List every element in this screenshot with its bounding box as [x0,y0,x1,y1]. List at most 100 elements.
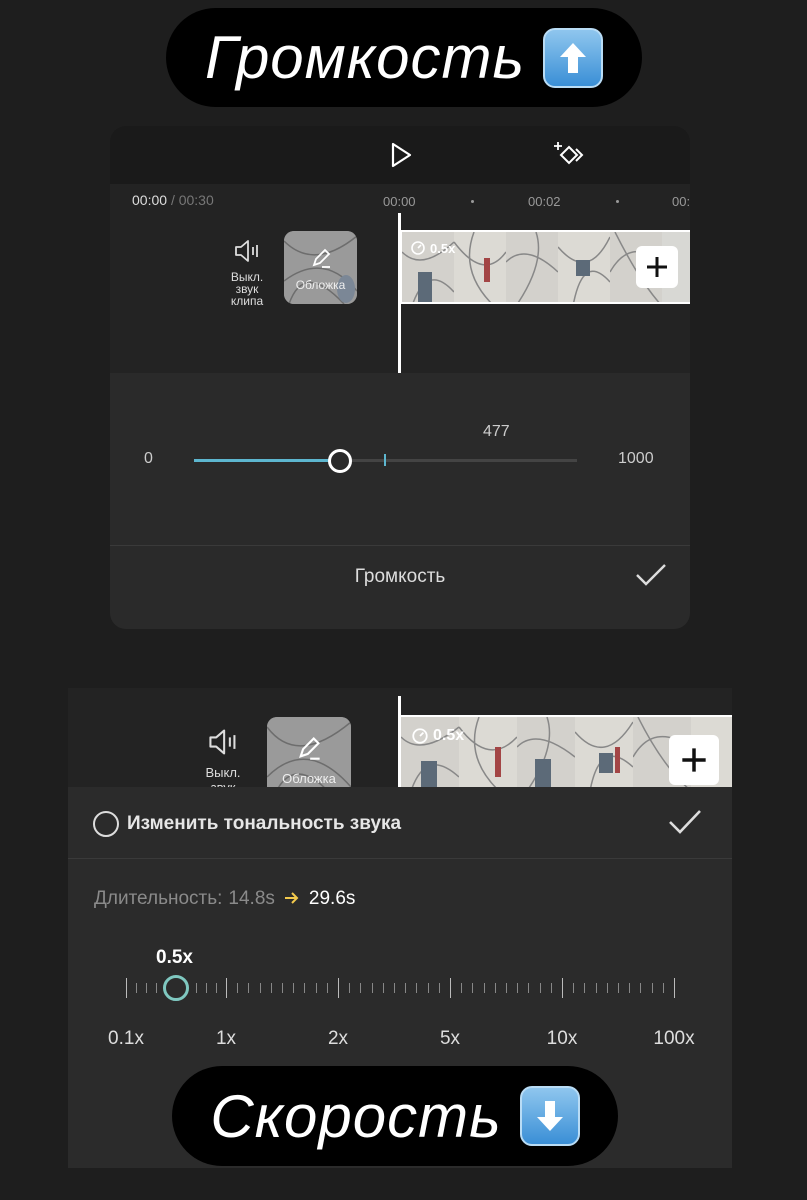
pencil-icon [296,735,322,766]
speed-scale-minor-tick [282,983,283,993]
speed-scale-minor-tick [216,983,217,993]
speed-scale-label: 5x [439,1028,461,1049]
volume-slider-knob[interactable] [328,449,353,473]
speed-scale-minor-tick [662,983,664,993]
speed-scale-minor-tick [528,983,530,993]
ruler-dot [616,200,619,203]
ruler-dot [471,200,474,203]
confirm-check-icon[interactable] [668,809,702,840]
speed-scale-minor-tick [156,983,157,993]
speed-scale-minor-tick [304,983,306,993]
speed-scale-minor-tick [483,983,485,993]
speedometer-icon [411,241,425,255]
speed-scale-minor-tick [651,983,653,993]
mute-clip-label: Выкл. звук клипа [230,270,264,308]
speed-scale-minor-tick [405,983,407,993]
clip-speed-label: 0.5x [433,727,465,744]
top-title-banner: Громкость [166,8,642,107]
speed-scale-major-tick [226,978,227,998]
add-clip-button[interactable] [636,246,678,288]
speed-scale-minor-tick [618,983,619,993]
speed-scale-minor-tick [371,983,373,993]
volume-min-label: 0 [144,450,153,467]
speed-scale-minor-tick [259,983,261,993]
confirm-check-icon[interactable] [635,563,667,592]
footer-title: Громкость [354,566,446,587]
speed-scale-label: 1x [215,1028,237,1049]
playhead[interactable] [398,696,401,788]
video-clip-strip[interactable]: 0.5x [399,715,732,789]
speed-slider-knob[interactable] [163,975,189,1001]
speed-scale-minor-tick [315,983,317,993]
clip-speed-tag: 0.5x [411,727,464,745]
speed-scale-minor-tick [382,983,384,993]
clip-speed-label: 0.5x [430,240,456,256]
video-clip-strip[interactable]: 0.5x [400,230,690,304]
speed-scale-minor-tick [394,983,395,993]
pencil-icon [310,247,332,274]
speed-scale-minor-tick [584,983,586,993]
speed-scale-label: 10x [546,1028,578,1049]
volume-max-label: 1000 [618,450,654,467]
clip-frame [574,717,634,789]
add-clip-button[interactable] [669,735,719,785]
speaker-muted-icon [207,728,239,759]
mute-clip-button[interactable]: Выкл. звук [198,728,248,795]
speed-scale-minor-tick [237,983,239,993]
pitch-toggle-radio[interactable] [93,811,119,837]
plus-icon [647,257,667,277]
mute-clip-button[interactable]: Выкл. звук клипа [222,239,272,307]
playhead[interactable] [398,213,401,373]
speed-scale-label: 2x [327,1028,349,1049]
cover-label: Обложка [295,278,346,292]
duration-row: Длительность: 14.8s 29.6s [94,888,355,910]
duration-label: Длительность: [94,888,223,909]
speed-scale-minor-tick [349,983,351,993]
ruler-label: 00: [672,194,690,209]
banner-title: Скорость [210,1082,502,1150]
keyframe-add-icon[interactable] [554,140,588,175]
ruler-label: 00:00 [383,194,416,209]
speed-scale-minor-tick [438,983,440,993]
pitch-toggle-label[interactable]: Изменить тональность звука [127,813,401,835]
volume-slider-fill [194,459,341,462]
volume-default-marker [384,454,386,466]
speed-scale-minor-tick [427,983,429,993]
duration-from: 14.8s [228,888,275,909]
speed-scale-minor-tick [360,983,362,993]
speed-scale-minor-tick [573,983,575,993]
volume-control-panel: 0 1000 477 Громкость [110,373,690,629]
speed-scale-major-tick [450,978,451,998]
speed-scale-minor-tick [517,983,519,993]
speed-scale-minor-tick [539,983,541,993]
clip-frame [516,717,576,789]
timecode: 00:00 / 00:30 [132,192,214,208]
speed-scale-minor-tick [326,983,328,993]
down-arrow-emoji-icon [519,1086,580,1146]
speed-scale-minor-tick [472,983,474,993]
clip-frame [453,232,507,302]
cover-button[interactable]: Обложка [284,231,357,304]
speed-scale-minor-tick [640,983,642,993]
speed-scale-minor-tick [506,983,507,993]
speed-scale-major-tick [562,978,563,998]
play-icon[interactable] [390,142,412,173]
arrow-right-icon [284,888,299,910]
speed-scale-minor-tick [293,983,295,993]
speed-scale-major-tick [674,978,675,998]
speed-scale-label: 0.1x [108,1028,144,1049]
speed-scale-minor-tick [248,983,250,993]
footer-divider [110,545,690,546]
speed-scale-major-tick [338,978,339,998]
volume-editor-screenshot: 00:00 / 00:30 00:00 00:02 00: Выкл. звук… [110,126,690,629]
speed-scale-minor-tick [595,983,597,993]
speed-scale-minor-tick [606,983,608,993]
plus-icon [682,748,706,772]
bottom-title-banner: Скорость [172,1066,618,1166]
up-arrow-emoji-icon [543,27,604,88]
time-total: 00:30 [178,192,214,208]
speed-scale-minor-tick [550,983,552,993]
speed-scale-label: 100x [653,1028,695,1049]
time-separator: / [170,192,175,208]
header-divider [68,858,732,859]
